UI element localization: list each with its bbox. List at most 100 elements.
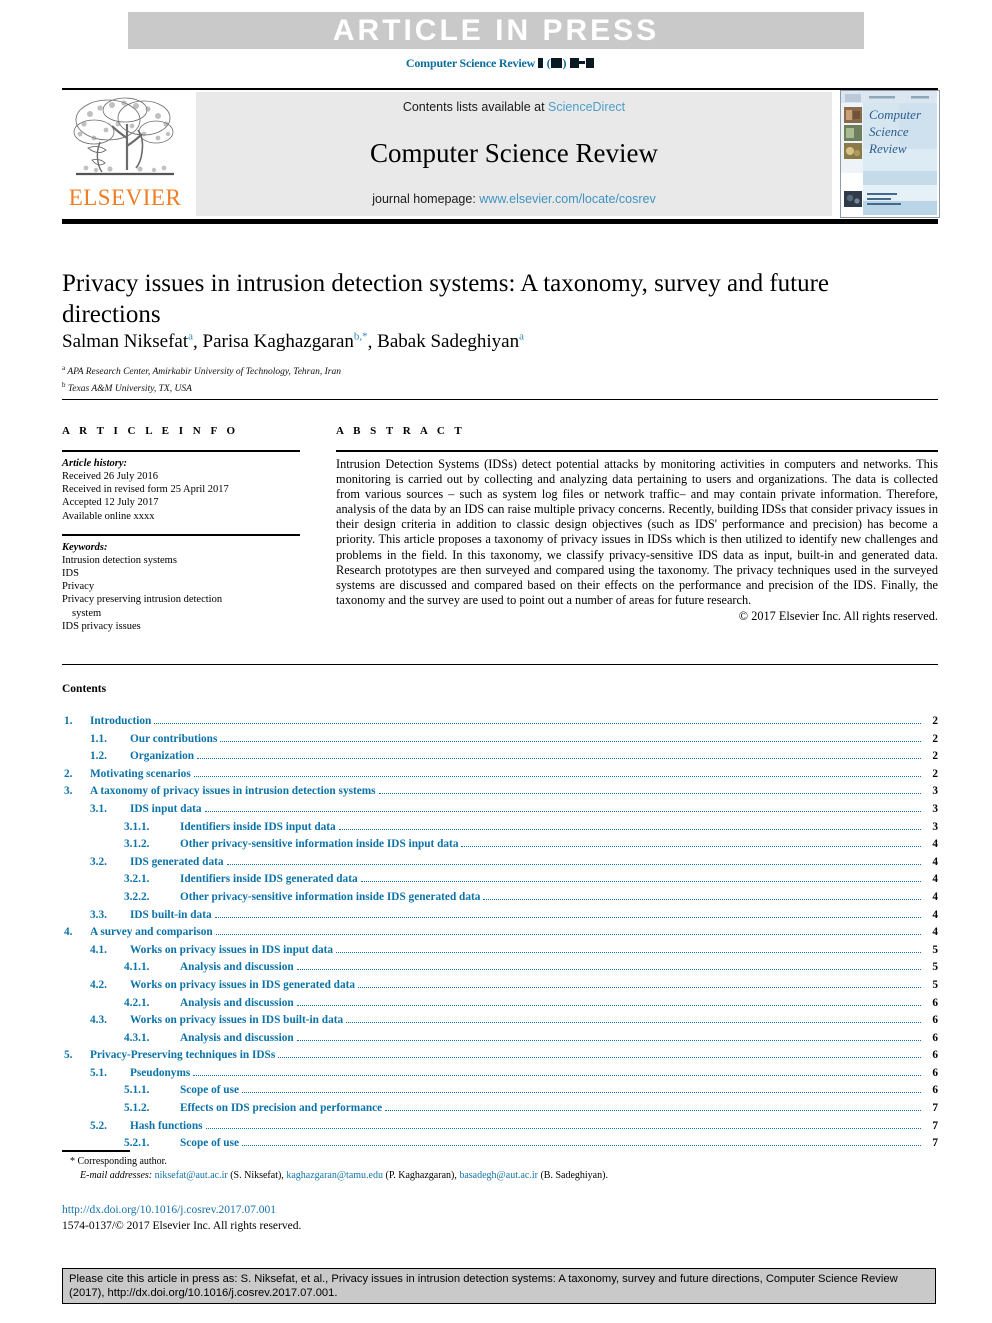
svg-text:Review: Review [868,141,907,156]
keyword-2: IDS [62,568,79,580]
toc-entry-label[interactable]: A taxonomy of privacy issues in intrusio… [90,783,376,801]
toc-entry[interactable]: 5.1.2. Effects on IDS precision and perfo… [62,1100,938,1118]
toc-entry-label[interactable]: Analysis and discussion [180,995,294,1013]
toc-entry-number: 3. [64,785,73,798]
toc-entry[interactable]: 5. Privacy-Preserving techniques in IDSs 6 [62,1047,938,1065]
toc-entry-label[interactable]: Introduction [90,713,151,731]
toc-entry-page: 2 [932,732,938,745]
elsevier-logo: ELSEVIER [62,92,188,216]
toc-entry-number: 4.2. [90,978,107,991]
toc-leader-dots [296,969,921,971]
toc-entry-label[interactable]: Works on privacy issues in IDS generated… [130,977,355,995]
toc-entry-label[interactable]: Our contributions [130,731,217,749]
toc-entry-label[interactable]: Motivating scenarios [90,766,191,784]
toc-entry[interactable]: 3. A taxonomy of privacy issues in intrus… [62,783,938,801]
toc-entry-page: 2 [932,750,938,763]
toc-entry-page: 3 [932,820,938,833]
toc-entry-page: 2 [932,767,938,780]
toc-entry-number: 3.2. [90,855,107,868]
page-title: Privacy issues in intrusion detection sy… [62,270,830,328]
toc-entry-page: 5 [932,978,938,991]
sciencedirect-link[interactable]: ScienceDirect [548,100,625,114]
abstract-heading: A B S T R A C T [336,425,466,437]
abstract-rule [336,450,938,452]
toc-entry-number: 5.2. [90,1119,107,1132]
toc-entry[interactable]: 1.2. Organization 2 [62,748,938,766]
toc-entry-label[interactable]: Effects on IDS precision and performance [180,1100,382,1118]
toc-entry-label[interactable]: Hash functions [130,1118,203,1136]
corresponding-author-note: * Corresponding author. [70,1156,167,1167]
toc-entry[interactable]: 1. Introduction 2 [62,713,938,731]
toc-entry-label[interactable]: Privacy-Preserving techniques in IDSs [90,1047,275,1065]
toc-leader-dots [358,986,921,988]
history-revised: Received in revised form 25 April 2017 [62,484,229,496]
toc-entry[interactable]: 3.1.2. Other privacy-sensitive informatio… [62,836,938,854]
toc-entry[interactable]: 3.2. IDS generated data 4 [62,854,938,872]
toc-leader-dots [197,758,921,760]
doi-link[interactable]: http://dx.doi.org/10.1016/j.cosrev.2017.… [62,1204,276,1216]
email-link-3[interactable]: basadegh@aut.ac.ir [459,1170,538,1181]
toc-entry[interactable]: 4.3. Works on privacy issues in IDS built… [62,1012,938,1030]
toc-entry[interactable]: 3.1. IDS input data 3 [62,801,938,819]
toc-entry-label[interactable]: Identifiers inside IDS generated data [180,871,358,889]
toc-entry-number: 5.1.2. [124,1102,150,1115]
toc-entry-label[interactable]: Works on privacy issues in IDS input dat… [130,942,333,960]
toc-entry-label[interactable]: Organization [130,748,194,766]
journal-title: Computer Science Review [370,138,658,168]
toc-entry-number: 3.3. [90,908,107,921]
toc-entry[interactable]: 3.3. IDS built-in data 4 [62,907,938,925]
toc-entry-label[interactable]: IDS built-in data [130,907,212,925]
toc-entry-label[interactable]: Other privacy-sensitive information insi… [180,836,458,854]
email-link-2[interactable]: kaghazgaran@tamu.edu [286,1170,383,1181]
article-info-rule-2 [62,533,300,536]
affiliation-a: a APA Research Center, Amirkabir Univers… [62,364,341,378]
author-2: Parisa Kaghazgaranb,* [202,331,368,353]
toc-entry-page: 7 [932,1137,938,1150]
toc-entry-label[interactable]: Identifiers inside IDS input data [180,819,336,837]
toc-entry[interactable]: 4.2. Works on privacy issues in IDS gener… [62,977,938,995]
keywords-label: Keywords: [62,541,108,553]
toc-entry[interactable]: 5.1.1. Scope of use 6 [62,1082,938,1100]
toc-entry[interactable]: 4. A survey and comparison 4 [62,924,938,942]
toc-entry[interactable]: 3.1.1. Identifiers inside IDS input data 3 [62,819,938,837]
toc-leader-dots [296,1004,921,1006]
toc-entry-label[interactable]: Scope of use [180,1082,239,1100]
toc-entry[interactable]: 4.2.1. Analysis and discussion 6 [62,995,938,1013]
toc-entry[interactable]: 4.3.1. Analysis and discussion 6 [62,1030,938,1048]
toc-entry-label[interactable]: Analysis and discussion [180,959,294,977]
toc-entry-label[interactable]: Other privacy-sensitive information insi… [180,889,480,907]
toc-entry[interactable]: 3.2.2. Other privacy-sensitive informatio… [62,889,938,907]
email-link-1[interactable]: niksefat@aut.ac.ir [155,1170,228,1181]
toc-entry-number: 3.1.2. [124,838,150,851]
toc-entry-label[interactable]: IDS input data [130,801,202,819]
toc-leader-dots [154,723,921,724]
toc-entry[interactable]: 1.1. Our contributions 2 [62,731,938,749]
abstract-copyright: © 2017 Elsevier Inc. All rights reserved… [738,608,938,623]
toc-entry-page: 4 [932,926,938,939]
toc-entry-number: 3.1.1. [124,820,150,833]
toc-entry[interactable]: 4.1.1. Analysis and discussion 5 [62,959,938,977]
toc-entry[interactable]: 3.2.1. Identifiers inside IDS generated d… [62,871,938,889]
toc-entry-label[interactable]: Pseudonyms [130,1065,190,1083]
keyword-3: Privacy [62,581,95,593]
toc-entry-label[interactable]: Works on privacy issues in IDS built-in … [130,1012,343,1030]
journal-homepage-link[interactable]: www.elsevier.com/locate/cosrev [479,192,655,206]
toc-leader-dots [461,846,921,848]
toc-entry-number: 5. [64,1049,73,1062]
toc-entry[interactable]: 5.2.1. Scope of use 7 [62,1135,938,1153]
toc-entry-label[interactable]: IDS generated data [130,854,224,872]
issn-copyright-line: 1574-0137/© 2017 Elsevier Inc. All right… [62,1220,302,1232]
toc-entry-label[interactable]: A survey and comparison [90,924,213,942]
toc-entry[interactable]: 5.2. Hash functions 7 [62,1118,938,1136]
toc-entry-number: 3.2.2. [124,890,150,903]
toc-entry-label[interactable]: Scope of use [180,1135,239,1153]
toc-entry-label[interactable]: Analysis and discussion [180,1030,294,1048]
toc-entry[interactable]: 4.1. Works on privacy issues in IDS input… [62,942,938,960]
keyword-5: IDS privacy issues [62,620,141,632]
toc-entry-number: 1. [64,715,73,727]
toc-entry-number: 4.1.1. [124,961,150,974]
toc-entry[interactable]: 5.1. Pseudonyms 6 [62,1065,938,1083]
masthead-bottom-rule [62,219,938,224]
toc-entry[interactable]: 2. Motivating scenarios 2 [62,766,938,784]
toc-entry-number: 4.3.1. [124,1031,150,1044]
